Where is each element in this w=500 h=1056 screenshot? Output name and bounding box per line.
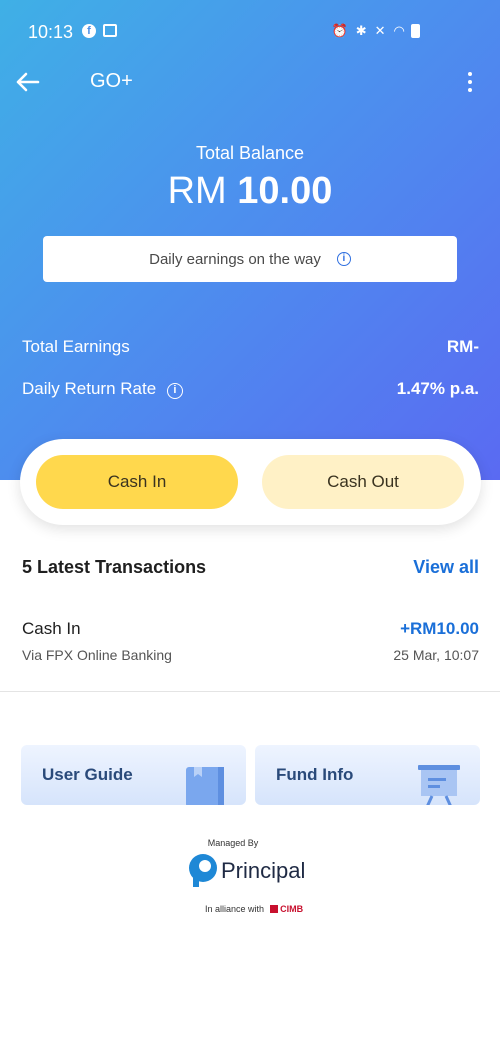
user-guide-label: User Guide bbox=[42, 765, 133, 784]
wifi-icon: ◠ bbox=[393, 23, 405, 38]
principal-logo-icon bbox=[189, 854, 217, 887]
return-rate-label: Daily Return Rate bbox=[22, 379, 157, 398]
alarm-icon: ⏰ bbox=[331, 23, 348, 38]
status-bar: 10:13 f ⏰ ✱ ✕ ◠ ▮ bbox=[0, 0, 500, 60]
cimb-logo-icon bbox=[269, 905, 278, 913]
cash-in-button[interactable]: Cash In bbox=[36, 455, 238, 509]
bluetooth-icon: ✱ bbox=[355, 23, 367, 38]
balance-value: RM 10.00 bbox=[0, 170, 500, 213]
return-rate-info-icon[interactable]: i bbox=[166, 383, 183, 399]
more-options-icon[interactable] bbox=[466, 70, 474, 94]
principal-logo: Principal bbox=[187, 852, 327, 892]
info-icon[interactable]: i bbox=[336, 252, 351, 266]
alliance-line: In alliance with CIMB bbox=[205, 904, 303, 914]
alliance-text: In alliance with bbox=[205, 904, 265, 914]
managed-by-text: Managed By bbox=[207, 838, 259, 848]
return-rate-value: 1.47% p.a. bbox=[396, 379, 479, 398]
transaction-amount: +RM10.00 bbox=[400, 619, 479, 638]
status-time: 10:13 bbox=[28, 22, 74, 42]
battery-icon bbox=[411, 24, 420, 38]
earnings-banner[interactable]: Daily earnings on the way i bbox=[43, 236, 457, 282]
principal-brand: Principal bbox=[221, 858, 306, 883]
earnings-banner-text: Daily earnings on the way bbox=[149, 250, 321, 268]
cimb-logo-text: CIMB bbox=[280, 904, 304, 914]
status-icons: ⏰ ✱ ✕ ◠ ▮ bbox=[332, 24, 421, 38]
fund-info-card[interactable]: Fund Info bbox=[255, 745, 480, 805]
cash-out-button[interactable]: Cash Out bbox=[262, 455, 464, 509]
gallery-icon bbox=[103, 24, 117, 37]
balance-amount: 10.00 bbox=[237, 170, 333, 212]
presentation-board-icon bbox=[418, 765, 460, 805]
transaction-date: 25 Mar, 10:07 bbox=[393, 647, 479, 663]
transaction-row[interactable]: Cash In Via FPX Online Banking +RM10.00 … bbox=[0, 610, 500, 692]
transactions-title: 5 Latest Transactions bbox=[22, 557, 207, 577]
book-icon bbox=[186, 767, 224, 805]
fund-info-label: Fund Info bbox=[276, 765, 354, 784]
total-earnings-label: Total Earnings bbox=[22, 337, 130, 356]
view-all-link[interactable]: View all bbox=[413, 557, 479, 578]
transaction-subtitle: Via FPX Online Banking bbox=[22, 647, 172, 663]
app-title: GO+ bbox=[90, 70, 133, 92]
transaction-title: Cash In bbox=[22, 619, 81, 638]
total-earnings-value: RM- bbox=[446, 337, 479, 356]
user-guide-card[interactable]: User Guide bbox=[21, 745, 246, 805]
balance-currency: RM bbox=[167, 170, 227, 212]
balance-label: Total Balance bbox=[195, 143, 305, 163]
cash-actions-card: Cash In Cash Out bbox=[20, 439, 481, 525]
return-rate-row-label: Daily Return Rate i bbox=[22, 379, 183, 399]
facebook-icon: f bbox=[82, 24, 96, 38]
mute-icon: ✕ bbox=[374, 23, 386, 38]
back-arrow-icon[interactable] bbox=[14, 70, 42, 94]
